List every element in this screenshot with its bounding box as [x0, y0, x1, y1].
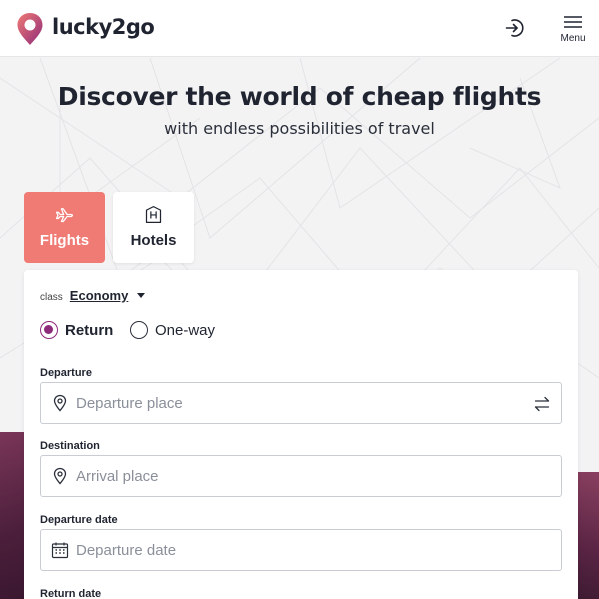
tab-flights[interactable]: Flights [24, 192, 105, 263]
calendar-icon [51, 542, 69, 559]
menu-button[interactable]: Menu [554, 16, 592, 48]
radio-one-way-label: One-way [155, 321, 216, 339]
class-selector[interactable]: class Economy [40, 288, 146, 306]
departure-input[interactable]: Departure place [40, 382, 562, 424]
departure-date-input[interactable]: Departure date [40, 529, 562, 571]
trip-type-return[interactable]: Return [40, 321, 113, 339]
tab-flights-label: Flights [39, 232, 90, 249]
page-title: Discover the world of cheap flights [57, 82, 542, 111]
page-subtitle: with endless possibilities of travel [164, 119, 435, 138]
menu-label: Menu [560, 33, 586, 44]
hamburger-icon [564, 16, 582, 28]
location-pin-icon [53, 467, 67, 485]
trip-type-one-way[interactable]: One-way [130, 321, 215, 339]
location-pin-logo-icon[interactable] [16, 12, 44, 46]
flight-search-form: class Economy Return One-way Departure D… [24, 270, 578, 599]
brand-name[interactable]: lucky2go [52, 15, 155, 39]
hotel-icon [145, 206, 162, 223]
radio-return-label: Return [65, 321, 114, 339]
radio-one-way[interactable] [130, 321, 148, 339]
tab-hotels-label: Hotels [130, 232, 177, 249]
class-value[interactable]: Economy [70, 288, 129, 303]
destination-input[interactable]: Arrival place [40, 455, 562, 497]
sign-in-icon[interactable] [503, 16, 527, 40]
departure-placeholder: Departure place [76, 395, 183, 412]
class-label: class [40, 292, 63, 303]
return-date-label: Return date [40, 588, 102, 599]
radio-return[interactable] [40, 321, 58, 339]
background-photo-right [575, 472, 599, 599]
chevron-down-icon[interactable] [137, 293, 146, 298]
tab-hotels[interactable]: Hotels [113, 192, 194, 263]
departure-date-placeholder: Departure date [76, 542, 177, 559]
departure-label: Departure [40, 367, 92, 379]
location-pin-icon [53, 394, 67, 412]
departure-date-label: Departure date [40, 514, 118, 526]
background-photo-left [0, 432, 26, 599]
destination-placeholder: Arrival place [76, 468, 159, 485]
top-header: lucky2go Menu [0, 0, 599, 57]
destination-label: Destination [40, 440, 100, 452]
airplane-icon [55, 208, 74, 223]
swap-icon[interactable] [533, 395, 551, 413]
